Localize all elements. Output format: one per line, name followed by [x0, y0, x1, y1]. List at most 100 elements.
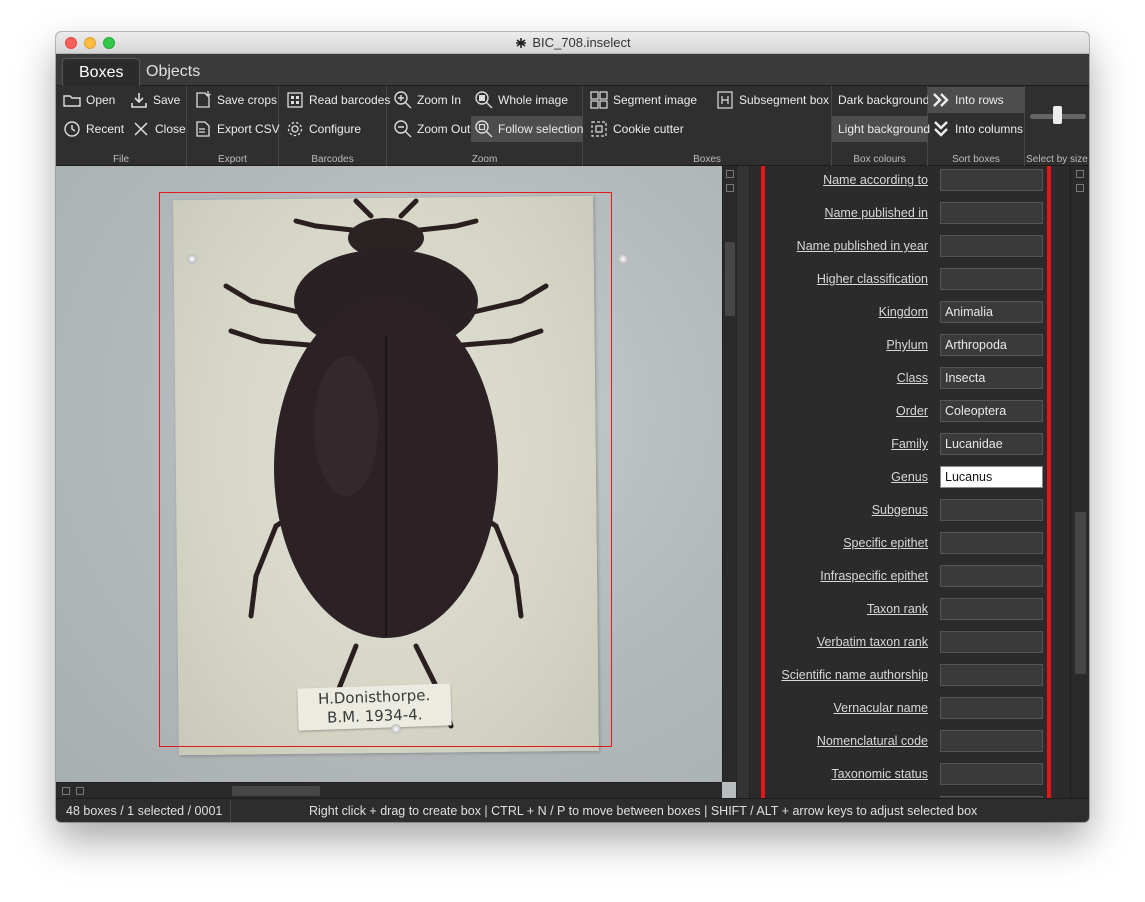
close-button[interactable]: Close: [128, 116, 189, 142]
zoom-out-icon: [393, 119, 413, 139]
field-label-infraspecific-epithet[interactable]: Infraspecific epithet: [820, 564, 928, 588]
zoom-window-button[interactable]: [103, 37, 115, 49]
field-input-infraspecific-epithet[interactable]: [940, 565, 1043, 587]
save-crops-button[interactable]: Save crops: [190, 87, 280, 113]
light-background-button[interactable]: Light background: [832, 116, 930, 142]
recent-button[interactable]: Recent: [59, 116, 127, 142]
export-csv-label: Export CSV: [217, 122, 280, 136]
viewer-vertical-scrollbar[interactable]: [722, 166, 736, 782]
field-label-scientific-name-authorship[interactable]: Scientific name authorship: [781, 663, 928, 687]
field-label-class[interactable]: Class: [897, 366, 928, 390]
field-label-kingdom[interactable]: Kingdom: [879, 300, 928, 324]
field-row-subgenus: Subgenus: [750, 498, 1050, 522]
viewer-horizontal-scrollbar[interactable]: [56, 782, 722, 798]
viewer-horizontal-scroll-thumb[interactable]: [232, 786, 320, 796]
sort-rows-icon: [931, 90, 951, 110]
zoom-in-button[interactable]: Zoom In: [390, 87, 464, 113]
segment-image-button[interactable]: Segment image: [586, 87, 700, 113]
cookie-cutter-button[interactable]: Cookie cutter: [586, 116, 687, 142]
cookie-cutter-icon: [589, 119, 609, 139]
zoom-out-button[interactable]: Zoom Out: [390, 116, 473, 142]
field-label-order[interactable]: Order: [896, 399, 928, 423]
field-label-higher-classification[interactable]: Higher classification: [817, 267, 928, 291]
field-label-verbatim-taxon-rank[interactable]: Verbatim taxon rank: [817, 630, 928, 654]
field-input-vernacular-name[interactable]: [940, 697, 1043, 719]
segment-image-icon: [589, 90, 609, 110]
save-crops-label: Save crops: [217, 93, 278, 107]
field-input-verbatim-taxon-rank[interactable]: [940, 631, 1043, 653]
field-input-nomenclatural-code[interactable]: [940, 730, 1043, 752]
read-barcodes-button[interactable]: Read barcodes: [282, 87, 393, 113]
metadata-scrollbar[interactable]: [1070, 166, 1089, 798]
field-label-specific-epithet[interactable]: Specific epithet: [843, 531, 928, 555]
field-input-taxon-rank[interactable]: [940, 598, 1043, 620]
tab-boxes[interactable]: Boxes: [62, 58, 141, 86]
field-input-phylum[interactable]: [940, 334, 1043, 356]
field-input-name-published-in-year[interactable]: [940, 235, 1043, 257]
field-input-subgenus[interactable]: [940, 499, 1043, 521]
barcodes-group-label: Barcodes: [311, 154, 354, 165]
panel-splitter[interactable]: [736, 166, 750, 798]
box-colours-group-label: Box colours: [853, 154, 906, 165]
box-colours-group: Dark background Light background Box col…: [832, 86, 930, 166]
select-by-size-group-label: Select by size: [1026, 154, 1088, 165]
size-slider-thumb[interactable]: [1053, 106, 1062, 124]
field-label-vernacular-name[interactable]: Vernacular name: [833, 696, 928, 720]
tab-objects[interactable]: Objects: [130, 58, 216, 86]
open-button[interactable]: Open: [59, 87, 118, 113]
field-input-family[interactable]: [940, 433, 1043, 455]
close-window-button[interactable]: [65, 37, 77, 49]
field-row-class: Class: [750, 366, 1050, 390]
close-label: Close: [155, 122, 186, 136]
image-viewer[interactable]: H.Donisthorpe. B.M. 1934-4.: [56, 166, 736, 798]
whole-image-button[interactable]: Whole image: [471, 87, 571, 113]
follow-selection-button[interactable]: Follow selection: [471, 116, 583, 142]
export-group-label: Export: [218, 154, 247, 165]
minimize-window-button[interactable]: [84, 37, 96, 49]
viewer-vertical-scroll-thumb[interactable]: [725, 242, 735, 316]
field-input-class[interactable]: [940, 367, 1043, 389]
metadata-scroll-thumb[interactable]: [1075, 512, 1086, 674]
field-row-phylum: Phylum: [750, 333, 1050, 357]
field-label-genus[interactable]: Genus: [891, 465, 928, 489]
segment-image-label: Segment image: [613, 93, 698, 107]
field-label-name-published-in-year[interactable]: Name published in year: [797, 234, 928, 258]
field-input-order[interactable]: [940, 400, 1043, 422]
field-label-subgenus[interactable]: Subgenus: [872, 498, 928, 522]
image-canvas[interactable]: H.Donisthorpe. B.M. 1934-4.: [56, 166, 722, 782]
export-csv-icon: [193, 119, 213, 139]
field-label-family[interactable]: Family: [891, 432, 928, 456]
save-button[interactable]: Save: [126, 87, 183, 113]
configure-button[interactable]: Configure: [282, 116, 364, 142]
selection-box[interactable]: [159, 192, 612, 747]
scroll-corner-icon: [726, 184, 734, 192]
into-columns-button[interactable]: Into columns: [928, 116, 1026, 142]
field-label-taxon-rank[interactable]: Taxon rank: [867, 597, 928, 621]
field-row-verbatim-taxon-rank: Verbatim taxon rank: [750, 630, 1050, 654]
field-input-specific-epithet[interactable]: [940, 532, 1043, 554]
field-input-taxonomic-status[interactable]: [940, 763, 1043, 785]
whole-image-icon: [474, 90, 494, 110]
field-input-genus[interactable]: [940, 466, 1043, 488]
field-label-name-according-to[interactable]: Name according to: [823, 168, 928, 192]
field-input-scientific-name-authorship[interactable]: [940, 664, 1043, 686]
follow-selection-icon: [474, 119, 494, 139]
field-input-name-according-to[interactable]: [940, 169, 1043, 191]
field-label-phylum[interactable]: Phylum: [886, 333, 928, 357]
dark-background-button[interactable]: Dark background: [835, 87, 932, 113]
export-csv-button[interactable]: Export CSV: [190, 116, 283, 142]
field-row-genus: Genus: [750, 465, 1050, 489]
open-icon: [62, 90, 82, 110]
status-bar: 48 boxes / 1 selected / 0001 Right click…: [56, 798, 1089, 822]
field-input-higher-classification[interactable]: [940, 268, 1043, 290]
select-by-size-group: Select by size: [1025, 86, 1089, 166]
field-input-kingdom[interactable]: [940, 301, 1043, 323]
into-rows-button[interactable]: Into rows: [928, 87, 1025, 113]
sort-boxes-group-label: Sort boxes: [952, 154, 1000, 165]
tab-bar: Boxes Objects: [56, 54, 1089, 86]
field-label-name-published-in[interactable]: Name published in: [824, 201, 928, 225]
subsegment-box-button[interactable]: Subsegment box: [712, 87, 832, 113]
field-label-taxonomic-status[interactable]: Taxonomic status: [831, 762, 928, 786]
field-input-name-published-in[interactable]: [940, 202, 1043, 224]
field-label-nomenclatural-code[interactable]: Nomenclatural code: [817, 729, 928, 753]
